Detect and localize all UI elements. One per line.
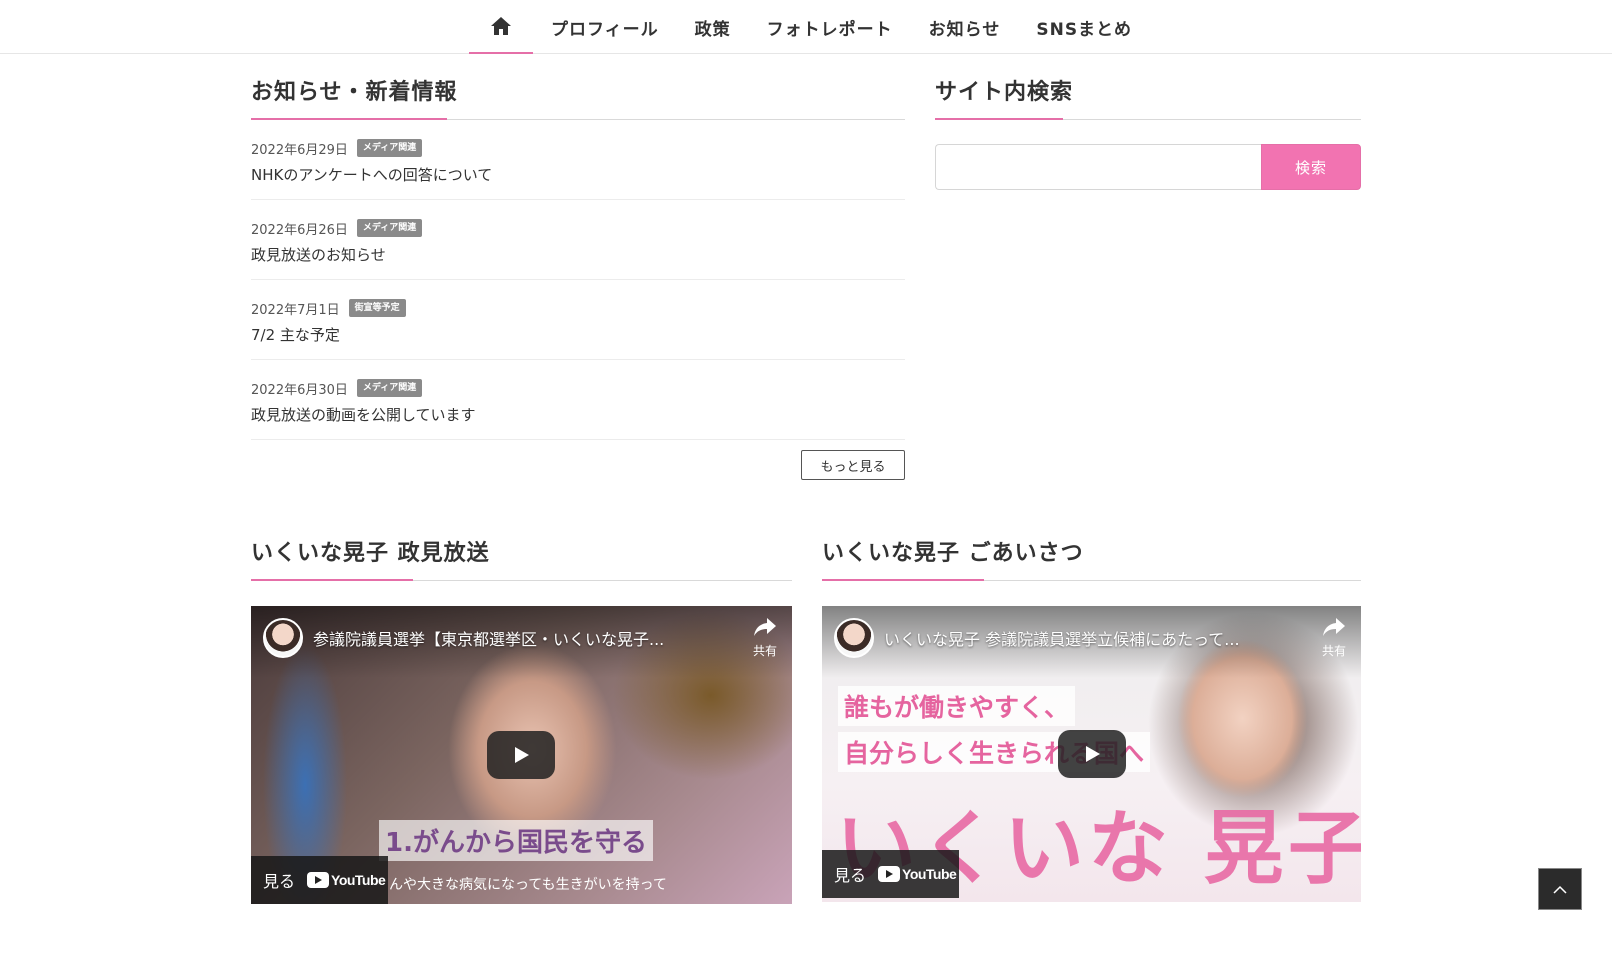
news-date: 2022年6月26日 <box>251 222 348 238</box>
search-heading: サイト内検索 <box>935 80 1074 105</box>
news-title-link[interactable]: 7/2 主な予定 <box>251 324 905 345</box>
nav-item-profile[interactable]: プロフィール <box>533 0 677 54</box>
nav-item-sns[interactable]: SNSまとめ <box>1018 0 1150 54</box>
video-subcaption: んや大きな病気になっても生きがいを持って <box>389 877 667 893</box>
news-category-badge: メディア関連 <box>356 139 423 157</box>
top-navigation: プロフィール 政策 フォトレポート お知らせ SNSまとめ <box>0 0 1612 54</box>
video-title[interactable]: 参議院議員選挙【東京都選挙区・いくいな晃子... <box>313 626 664 650</box>
share-button[interactable]: 共有 <box>1314 616 1354 659</box>
back-to-top-button[interactable] <box>1538 868 1582 910</box>
nav-item-policy[interactable]: 政策 <box>677 0 749 54</box>
channel-avatar[interactable] <box>263 618 303 658</box>
search-input[interactable] <box>935 144 1261 190</box>
news-category-badge: メディア関連 <box>356 219 423 237</box>
youtube-logo-icon: YouTube <box>878 866 957 882</box>
news-meta: 2022年6月30日 メディア関連 <box>251 378 905 398</box>
site-search-form: 検索 <box>935 144 1361 190</box>
youtube-wordmark: YouTube <box>902 866 957 882</box>
news-date: 2022年6月29日 <box>251 142 348 158</box>
watch-on-youtube-button[interactable]: 見る YouTube <box>822 850 959 898</box>
news-item[interactable]: 2022年6月29日 メディア関連 NHKのアンケートへの回答について <box>251 120 905 200</box>
search-section-header: サイト内検索 <box>935 72 1361 120</box>
youtube-embed-policy-broadcast[interactable]: 参議院議員選挙【東京都選挙区・いくいな晃子... 共有 1.がんから国民を守る … <box>251 606 792 904</box>
play-icon <box>515 747 529 763</box>
news-item[interactable]: 2022年6月26日 メディア関連 政見放送のお知らせ <box>251 200 905 280</box>
news-item[interactable]: 2022年7月1日 街宣等予定 7/2 主な予定 <box>251 280 905 360</box>
heading-accent-line <box>935 118 1063 120</box>
news-meta: 2022年6月26日 メディア関連 <box>251 218 905 238</box>
share-label: 共有 <box>1321 644 1346 658</box>
video2-section-header: いくいな晃子 ごあいさつ <box>822 533 1361 581</box>
news-title-link[interactable]: 政見放送の動画を公開しています <box>251 404 905 425</box>
youtube-embed-greeting[interactable]: いくいな晃子 参議院議員選挙立候補にあたって... 共有 誰もが働きやすく、 自… <box>822 606 1361 902</box>
news-date: 2022年7月1日 <box>251 302 340 318</box>
heading-accent-line <box>822 579 984 581</box>
watch-label: 見る <box>263 872 296 891</box>
youtube-wordmark: YouTube <box>331 872 386 888</box>
news-section-header: お知らせ・新着情報 <box>251 72 905 120</box>
watch-on-youtube-button[interactable]: 見る YouTube <box>251 856 388 904</box>
news-heading: お知らせ・新着情報 <box>251 80 458 105</box>
share-icon <box>1323 618 1345 636</box>
nav-item-news[interactable]: お知らせ <box>911 0 1019 54</box>
youtube-logo-icon: YouTube <box>307 872 386 888</box>
news-item[interactable]: 2022年6月30日 メディア関連 政見放送の動画を公開しています <box>251 360 905 440</box>
play-button[interactable] <box>487 731 555 779</box>
news-title-link[interactable]: NHKのアンケートへの回答について <box>251 164 905 185</box>
nav-item-photo-report[interactable]: フォトレポート <box>749 0 911 54</box>
video-title[interactable]: いくいな晃子 参議院議員選挙立候補にあたって... <box>884 626 1240 650</box>
news-category-badge: メディア関連 <box>356 379 423 397</box>
news-category-badge: 街宣等予定 <box>348 299 406 317</box>
news-meta: 2022年7月1日 街宣等予定 <box>251 298 905 318</box>
share-label: 共有 <box>752 644 777 658</box>
video2-heading: いくいな晃子 ごあいさつ <box>822 541 1084 566</box>
video-caption: 1.がんから国民を守る <box>379 820 653 861</box>
news-meta: 2022年6月29日 メディア関連 <box>251 138 905 158</box>
play-icon <box>1086 746 1100 762</box>
heading-accent-line <box>251 579 413 581</box>
nav-home[interactable] <box>469 0 533 54</box>
news-list: 2022年6月29日 メディア関連 NHKのアンケートへの回答について 2022… <box>251 120 905 440</box>
chevron-up-icon <box>1553 885 1567 894</box>
video1-section-header: いくいな晃子 政見放送 <box>251 533 792 581</box>
nav-menu: プロフィール 政策 フォトレポート お知らせ SNSまとめ <box>469 0 1150 54</box>
watch-label: 見る <box>834 866 867 885</box>
search-button[interactable]: 検索 <box>1261 144 1361 190</box>
more-news-button[interactable]: もっと見る <box>801 450 905 480</box>
share-icon <box>754 618 776 636</box>
video1-heading: いくいな晃子 政見放送 <box>251 541 490 566</box>
play-button[interactable] <box>1058 730 1126 778</box>
channel-avatar[interactable] <box>834 618 874 658</box>
video-caption-line1: 誰もが働きやすく、 <box>838 686 1076 726</box>
home-icon <box>491 17 511 35</box>
news-title-link[interactable]: 政見放送のお知らせ <box>251 244 905 265</box>
news-date: 2022年6月30日 <box>251 382 348 398</box>
share-button[interactable]: 共有 <box>745 616 785 659</box>
